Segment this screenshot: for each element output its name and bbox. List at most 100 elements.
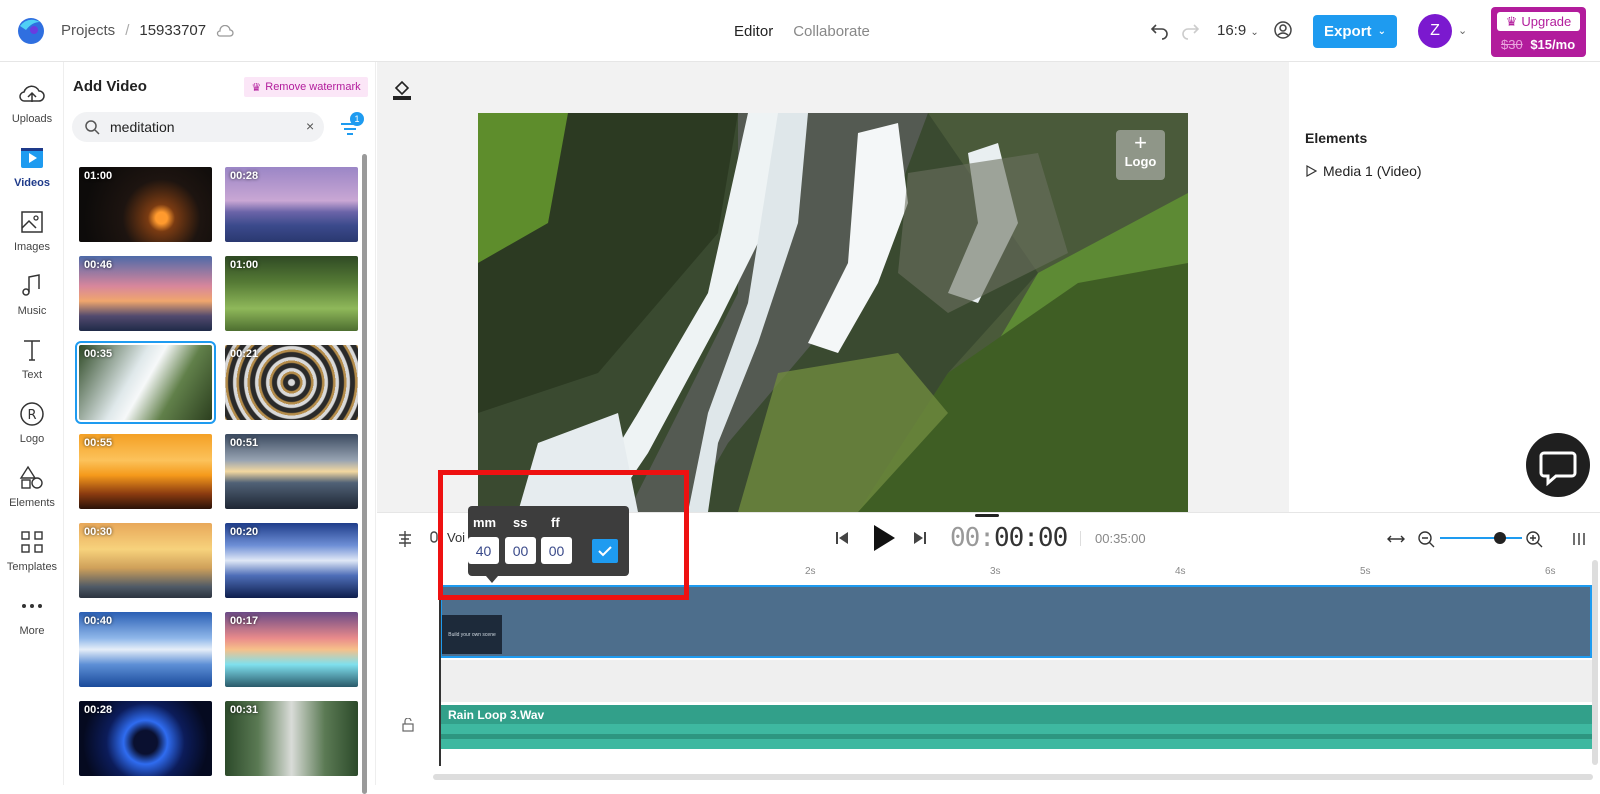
empty-track[interactable]: [440, 660, 1592, 702]
redo-icon[interactable]: [1180, 20, 1200, 40]
zoom-slider-handle[interactable]: [1494, 532, 1506, 544]
nav-elements-label: Elements: [9, 497, 55, 509]
fill-bucket-icon[interactable]: [392, 78, 412, 100]
split-tracks-icon[interactable]: [396, 530, 414, 548]
video-thumb-waterfall[interactable]: 00:35: [75, 341, 216, 424]
element-row-media-1[interactable]: Media 1 (Video): [1305, 163, 1422, 179]
video-thumb-blue-sky-figure[interactable]: 00:40: [79, 612, 212, 687]
upgrade-price: $30 $15/mo: [1501, 37, 1575, 52]
video-thumb-ocean-clouds[interactable]: 00:51: [225, 434, 358, 509]
ruler-tick: 3s: [990, 566, 1001, 577]
video-thumb-grass-field[interactable]: 01:00: [225, 256, 358, 331]
tab-editor[interactable]: Editor: [734, 23, 773, 40]
fit-width-icon[interactable]: [1387, 530, 1405, 548]
video-thumb-metal-circles[interactable]: 00:21: [225, 345, 358, 420]
total-duration: 00:35:00: [1080, 531, 1146, 546]
checkmark-icon: [598, 546, 612, 557]
video-duration: 01:00: [84, 170, 113, 182]
timecode-ff: :00: [1023, 523, 1068, 553]
video-thumb-forest-stream[interactable]: 00:31: [225, 701, 358, 776]
track-settings-icon[interactable]: [1570, 530, 1588, 548]
play-icon[interactable]: [868, 522, 898, 554]
upgrade-label-box: ♛ Upgrade: [1497, 12, 1580, 31]
nav-images[interactable]: Images: [0, 208, 64, 253]
frames-field[interactable]: 00: [541, 537, 572, 564]
video-thumb-falls-sunset[interactable]: 00:17: [225, 612, 358, 687]
account-chevron-icon[interactable]: ⌄: [1458, 24, 1467, 37]
nav-music[interactable]: Music: [0, 272, 64, 317]
video-thumb-blue-portal[interactable]: 00:28: [79, 701, 212, 776]
video-duration: 00:17: [230, 615, 259, 627]
search-input[interactable]: meditation ×: [72, 112, 324, 142]
nav-templates[interactable]: Templates: [0, 528, 64, 573]
nav-more-label: More: [19, 625, 45, 637]
undo-icon[interactable]: [1150, 20, 1170, 40]
aspect-ratio-select[interactable]: 16:9 ⌄: [1217, 22, 1259, 39]
video-play-icon: [21, 148, 43, 168]
video-thumb-stacked-stones[interactable]: 00:20: [225, 523, 358, 598]
breadcrumb: Projects / 15933707: [61, 22, 234, 39]
video-thumb-golden-beach[interactable]: 00:30: [79, 523, 212, 598]
popover-tail: [486, 576, 498, 583]
video-duration: 00:21: [230, 348, 259, 360]
video-duration: 00:55: [84, 437, 113, 449]
audio-waveform: [440, 734, 1592, 739]
more-dots-icon: [22, 604, 42, 608]
app-logo-icon[interactable]: [14, 14, 46, 46]
video-thumb-purple-sunset-sea[interactable]: 00:28: [225, 167, 358, 242]
search-icon: [85, 120, 100, 135]
video-thumb-fireplace[interactable]: 01:00: [79, 167, 212, 242]
logo-placeholder[interactable]: + Logo: [1116, 130, 1165, 180]
timecode-ss: 00: [993, 523, 1024, 553]
zoom-in-icon[interactable]: [1525, 530, 1543, 548]
nav-logo[interactable]: R Logo: [0, 400, 64, 445]
nav-text-label: Text: [21, 369, 43, 381]
current-timecode: 00:00:00: [950, 523, 1068, 553]
video-thumb-orange-sunset[interactable]: 00:55: [79, 434, 212, 509]
breadcrumb-projects-link[interactable]: Projects: [61, 22, 115, 39]
play-triangle-icon: [1306, 165, 1317, 177]
zoom-slider-track[interactable]: [1440, 537, 1522, 539]
audio-track-clip[interactable]: Rain Loop 3.Wav: [440, 705, 1592, 749]
skip-back-icon[interactable]: [834, 530, 850, 546]
video-duration: 00:28: [230, 170, 259, 182]
add-collaborator-icon[interactable]: [1273, 20, 1293, 40]
avatar[interactable]: Z: [1418, 14, 1452, 48]
nav-videos[interactable]: Videos: [0, 144, 64, 189]
upgrade-label: Upgrade: [1521, 14, 1572, 29]
text-t-icon: [24, 340, 40, 361]
nav-text[interactable]: Text: [0, 336, 64, 381]
project-title[interactable]: 15933707: [139, 22, 206, 39]
tab-collaborate[interactable]: Collaborate: [793, 23, 870, 40]
nav-elements[interactable]: Elements: [0, 464, 64, 509]
svg-text:R: R: [27, 408, 36, 423]
panel-scrollbar[interactable]: [362, 154, 367, 794]
minutes-label: mm: [473, 515, 497, 530]
confirm-time-button[interactable]: [592, 539, 618, 563]
ruler-tick: 6s: [1545, 566, 1556, 577]
timeline-horizontal-scrollbar[interactable]: [433, 774, 1593, 780]
upgrade-button[interactable]: ♛ Upgrade $30 $15/mo: [1491, 7, 1586, 57]
timeline-vertical-scrollbar[interactable]: [1592, 560, 1598, 765]
image-icon: [21, 211, 43, 233]
remove-watermark-button[interactable]: ♛ Remove watermark: [244, 77, 368, 97]
unlock-icon[interactable]: [401, 718, 415, 732]
nav-more[interactable]: More: [0, 592, 64, 637]
remove-watermark-label: Remove watermark: [265, 81, 361, 93]
nav-uploads[interactable]: Uploads: [0, 80, 64, 125]
video-thumb-cloudy-dusk[interactable]: 00:46: [79, 256, 212, 331]
seconds-label: ss: [513, 515, 528, 530]
chat-support-button[interactable]: [1526, 433, 1590, 497]
video-duration: 01:00: [230, 259, 259, 271]
clear-search-icon[interactable]: ×: [306, 118, 314, 134]
zoom-out-icon[interactable]: [1417, 530, 1435, 548]
seconds-field[interactable]: 00: [505, 537, 536, 564]
video-duration: 00:40: [84, 615, 113, 627]
registered-r-icon: R: [20, 402, 44, 426]
minutes-field[interactable]: 40: [468, 537, 499, 564]
video-preview[interactable]: [478, 113, 1188, 512]
export-button[interactable]: Export ⌄: [1313, 15, 1397, 48]
timeline-resize-handle[interactable]: [975, 514, 999, 517]
music-note-icon: [22, 274, 40, 296]
skip-forward-icon[interactable]: [912, 530, 928, 546]
